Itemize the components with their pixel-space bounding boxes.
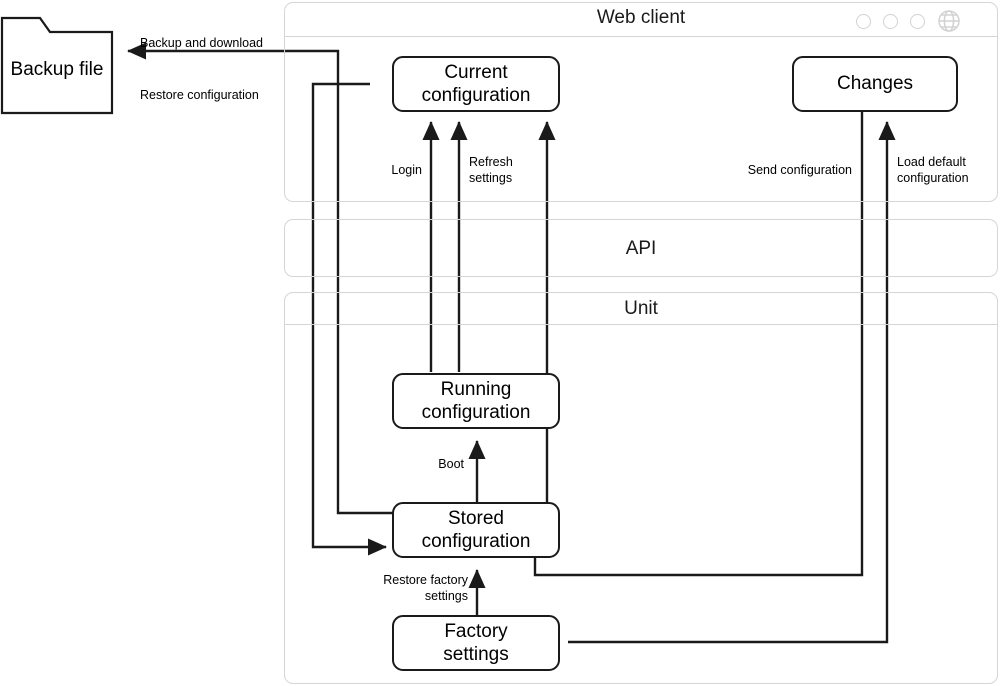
globe-icon[interactable] bbox=[937, 9, 961, 33]
edge-label-boot: Boot bbox=[438, 457, 464, 471]
panel-unit-title: Unit bbox=[624, 298, 658, 319]
circle-icon[interactable] bbox=[910, 13, 925, 29]
node-stored-configuration-label: Stored configuration bbox=[421, 507, 531, 552]
edge-label-refresh-settings: Refresh settings bbox=[469, 155, 513, 185]
node-factory-settings-label: Factory settings bbox=[443, 620, 509, 665]
circle-icon[interactable] bbox=[856, 13, 871, 29]
node-running-configuration-label: Running configuration bbox=[421, 378, 531, 423]
node-factory-settings[interactable]: Factory settings bbox=[392, 615, 560, 671]
panel-api-title: API bbox=[625, 238, 657, 259]
edge-label-login: Login bbox=[391, 163, 422, 177]
edge-label-send-configuration: Send configuration bbox=[747, 163, 852, 177]
node-changes-label: Changes bbox=[836, 73, 914, 95]
panel-unit-divider bbox=[284, 324, 998, 325]
node-running-configuration[interactable]: Running configuration bbox=[392, 373, 560, 429]
edge-label-restore-configuration: Restore configuration bbox=[140, 88, 259, 102]
edge-label-restore-factory-settings: Restore factory settings bbox=[383, 573, 468, 603]
node-current-configuration[interactable]: Current configuration bbox=[392, 56, 560, 112]
node-changes[interactable]: Changes bbox=[792, 56, 958, 112]
circle-icon[interactable] bbox=[883, 13, 898, 29]
node-stored-configuration[interactable]: Stored configuration bbox=[392, 502, 560, 558]
diagram-canvas: Web client API Unit Backup file Current c… bbox=[0, 0, 1000, 686]
edge-label-load-default-configuration: Load default configuration bbox=[897, 155, 969, 185]
node-current-configuration-label: Current configuration bbox=[421, 61, 531, 106]
panel-web-client-divider bbox=[284, 36, 998, 37]
titlebar-icons bbox=[856, 9, 961, 33]
edge-label-backup-and-download: Backup and download bbox=[140, 36, 264, 50]
backup-file-label: Backup file bbox=[10, 59, 104, 80]
